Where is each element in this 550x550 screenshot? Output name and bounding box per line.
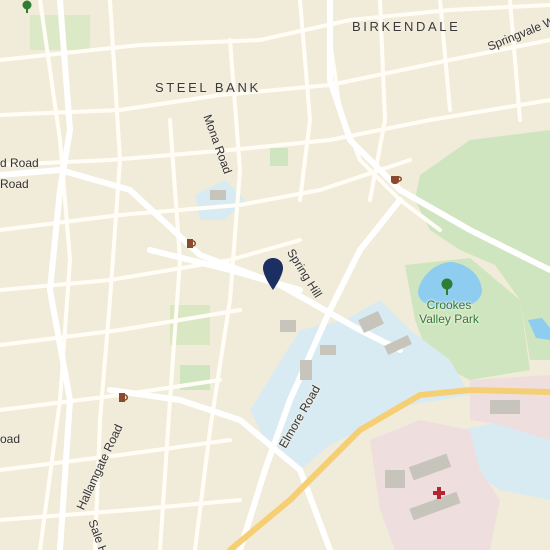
area-label-steel-bank: STEEL BANK [155, 80, 261, 95]
cafe-icon[interactable] [389, 172, 403, 186]
location-pin-icon[interactable] [262, 257, 284, 291]
road-label-road-1: d Road [0, 156, 39, 170]
area-label-birkendale: BIRKENDALE [352, 19, 461, 34]
tree-icon[interactable] [439, 278, 455, 296]
pub-icon[interactable] [116, 390, 130, 404]
tree-icon[interactable] [20, 0, 34, 14]
road-label-oad: oad [0, 432, 21, 446]
pub-icon[interactable] [184, 236, 198, 250]
green-space-small [270, 148, 288, 166]
map-canvas[interactable]: BIRKENDALE STEEL BANK Springvale W Mona … [0, 0, 550, 550]
hospital-icon[interactable] [432, 486, 446, 500]
road-label-road-2: Road [0, 177, 29, 191]
park-label-crookes-valley: Crookes Valley Park [419, 298, 479, 326]
